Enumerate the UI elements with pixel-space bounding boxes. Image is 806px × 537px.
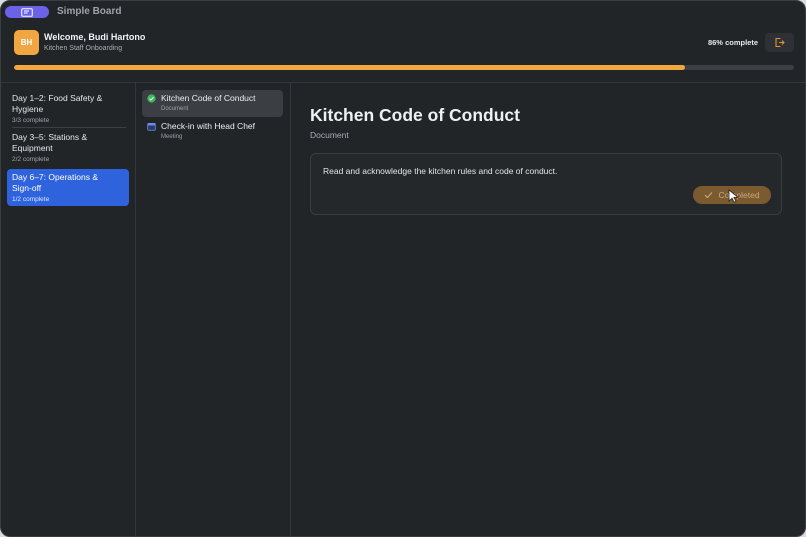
progress-text: 86% complete xyxy=(707,38,758,47)
app-title: Simple Board xyxy=(57,6,122,17)
task-detail-panel: Kitchen Code of Conduct Document Read an… xyxy=(292,83,805,536)
check-icon xyxy=(705,192,713,199)
welcome-text: Welcome, Budi Hartono xyxy=(44,32,146,42)
tasks-list: Kitchen Code of Conduct Document Check-i… xyxy=(136,83,291,536)
app-window: Simple Board BH Welcome, Budi Hartono Ki… xyxy=(0,0,806,537)
progress-fill xyxy=(14,65,685,70)
logout-icon xyxy=(775,37,785,48)
calendar-icon xyxy=(147,122,156,131)
task-card: Read and acknowledge the kitchen rules a… xyxy=(310,153,782,215)
sidebar-item-day-6-7[interactable]: Day 6–7: Operations & Sign-off 1/2 compl… xyxy=(7,169,129,206)
board-icon xyxy=(21,7,33,17)
sidebar-item-day-1-2[interactable]: Day 1–2: Food Safety & Hygiene 3/3 compl… xyxy=(7,90,129,127)
title-bar: Simple Board xyxy=(1,1,805,23)
task-description: Read and acknowledge the kitchen rules a… xyxy=(323,166,558,176)
day-status: 1/2 complete xyxy=(12,196,50,203)
task-item-code-of-conduct[interactable]: Kitchen Code of Conduct Document xyxy=(142,90,283,117)
header: BH Welcome, Budi Hartono Kitchen Staff O… xyxy=(1,23,805,83)
page-title: Kitchen Code of Conduct xyxy=(310,105,520,125)
day-status: 3/3 complete xyxy=(12,117,50,124)
sidebar-item-day-3-5[interactable]: Day 3–5: Stations & Equipment 2/2 comple… xyxy=(7,129,129,166)
app-switcher-button[interactable] xyxy=(5,6,49,18)
detail-type: Document xyxy=(310,130,349,140)
onboarding-subtitle: Kitchen Staff Onboarding xyxy=(44,45,123,52)
day-label: Day 3–5: Stations & Equipment xyxy=(12,132,88,153)
task-type: Meeting xyxy=(161,134,183,140)
task-title: Check-in with Head Chef xyxy=(161,121,256,131)
check-circle-icon xyxy=(147,94,156,103)
day-label: Day 6–7: Operations & Sign-off xyxy=(12,172,98,193)
mouse-pointer-icon xyxy=(728,189,740,203)
progress-bar xyxy=(14,65,794,70)
day-label: Day 1–2: Food Safety & Hygiene xyxy=(12,93,103,114)
logout-button[interactable] xyxy=(765,33,794,52)
days-sidebar: Day 1–2: Food Safety & Hygiene 3/3 compl… xyxy=(1,83,136,536)
day-divider xyxy=(12,127,126,128)
day-status: 2/2 complete xyxy=(12,156,50,163)
avatar: BH xyxy=(14,30,39,55)
task-type: Document xyxy=(161,106,189,112)
task-item-check-in-head-chef[interactable]: Check-in with Head Chef Meeting xyxy=(142,118,283,145)
task-title: Kitchen Code of Conduct xyxy=(161,93,256,103)
